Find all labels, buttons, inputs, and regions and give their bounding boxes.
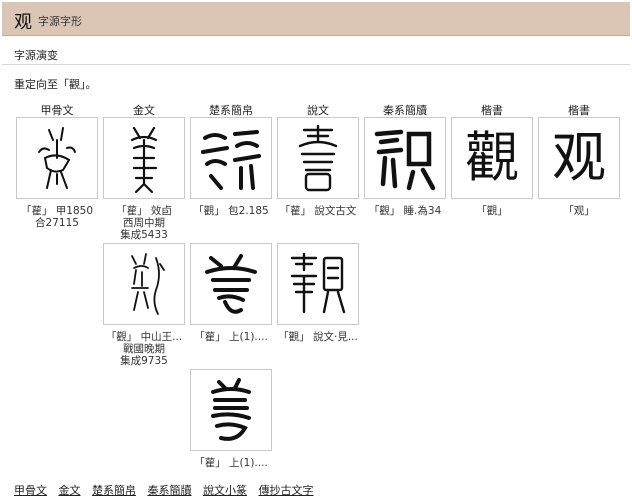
page-header: 观 字源字形 xyxy=(2,2,630,36)
col-kaishu: 楷書 xyxy=(481,104,503,117)
glyph-kaishu-trad-char: 觀 xyxy=(465,126,519,189)
col-bronze: 金文 xyxy=(133,104,155,117)
footer-link-qin[interactable]: 秦系簡牘 xyxy=(148,484,192,497)
glyph-kaishu-simp[interactable]: 观 xyxy=(538,117,620,199)
caption-kaishu-trad: 「觀」 xyxy=(476,205,508,217)
caption-qin-34: 「觀」 睡.為34 xyxy=(368,205,442,217)
caption-kaishu-simp: 「观」 xyxy=(563,205,595,217)
footer-link-bronze[interactable]: 金文 xyxy=(59,484,81,497)
footer-link-oracle[interactable]: 甲骨文 xyxy=(14,484,47,497)
footer-link-chuanchao[interactable]: 傳抄古文字 xyxy=(259,484,314,497)
footer-link-chu[interactable]: 楚系簡帛 xyxy=(92,484,136,497)
caption-shuowen-jian: 「觀」 說文·見... xyxy=(278,331,358,343)
glyph-qin-34[interactable] xyxy=(364,117,446,199)
footer-link-shuowen[interactable]: 說文小篆 xyxy=(203,484,247,497)
glyph-shangbo-1[interactable] xyxy=(190,243,272,325)
header-title: 字源字形 xyxy=(38,15,82,28)
footer-links: 甲骨文 金文 楚系簡帛 秦系簡牘 說文小篆 傳抄古文字 xyxy=(14,482,322,498)
glyph-kaishu-trad[interactable]: 觀 xyxy=(451,117,533,199)
caption-bronze-9735: 「觀」 中山王... 戰國晚期 集成9735 xyxy=(105,331,183,367)
glyph-bronze-9735[interactable] xyxy=(103,243,185,325)
caption-chu-2185: 「觀」 包2.185 xyxy=(193,205,269,217)
caption-shuowen-guwen: 「雚」 說文古文 xyxy=(279,205,357,217)
section-title: 字源演变 xyxy=(14,49,58,62)
glyph-chu-2185[interactable] xyxy=(190,117,272,199)
glyph-shuowen-jian[interactable] xyxy=(277,243,359,325)
glyph-bronze-5433[interactable] xyxy=(103,117,185,199)
glyph-shuowen-guwen[interactable] xyxy=(277,117,359,199)
header-char: 观 xyxy=(14,12,32,33)
caption-oracle-1850: 「雚」 甲1850 合27115 xyxy=(20,205,94,229)
glyph-shangbo-2[interactable] xyxy=(190,369,272,451)
caption-shangbo-2: 「雚」 上(1).... xyxy=(194,457,268,469)
glyph-oracle-1850[interactable] xyxy=(16,117,98,199)
col-chu: 楚系簡帛 xyxy=(209,104,253,117)
col-oracle: 甲骨文 xyxy=(40,104,74,117)
col-qin: 秦系簡牘 xyxy=(383,104,427,117)
caption-bronze-5433: 「雚」 效卣 西周中期 集成5433 xyxy=(116,205,172,241)
caption-shangbo-1: 「雚」 上(1).... xyxy=(194,331,268,343)
glyph-kaishu-simp-char: 观 xyxy=(552,126,606,189)
redirect-note: 重定向至「觀」。 xyxy=(14,78,97,91)
col-kaishu-simp: 楷書 xyxy=(568,104,590,117)
col-shuowen: 說文 xyxy=(307,104,329,117)
section-divider xyxy=(2,64,630,65)
